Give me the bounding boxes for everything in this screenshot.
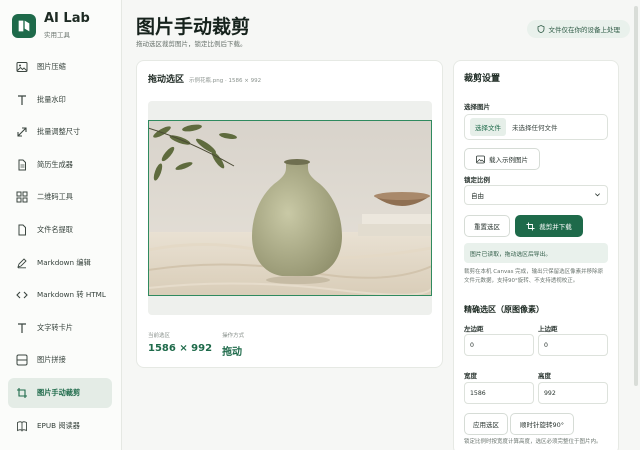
reset-selection-button[interactable]: 重置选区 bbox=[464, 215, 510, 237]
sidebar-item-image-stitch[interactable]: 图片拼接 bbox=[8, 345, 112, 375]
text-t-icon bbox=[16, 322, 28, 334]
preview-title: 拖动选区 bbox=[148, 75, 185, 85]
current-selection-label: 当前选区 bbox=[148, 333, 171, 339]
app-name: AI Lab bbox=[44, 11, 90, 26]
book-icon bbox=[16, 420, 28, 432]
height-input[interactable]: 992 bbox=[538, 382, 608, 404]
crop-download-button[interactable]: 裁剪并下载 bbox=[515, 215, 583, 237]
file-icon bbox=[16, 224, 28, 236]
sidebar: AI Lab 实用工具 图片压缩 批量水印 批量调整尺寸 简历生成器 二维码工具… bbox=[0, 0, 122, 450]
sidebar-item-label: 批量水印 bbox=[37, 94, 66, 104]
pen-icon bbox=[16, 257, 28, 269]
sidebar-item-label: 文字转卡片 bbox=[37, 322, 73, 332]
code-icon bbox=[16, 289, 28, 301]
crop-download-label: 裁剪并下载 bbox=[539, 223, 572, 231]
status-message: 图片已读取，拖动选区后导出。 bbox=[464, 243, 608, 263]
choose-image-label: 选择图片 bbox=[464, 103, 490, 111]
load-sample-label: 载入示例图片 bbox=[489, 156, 528, 164]
sidebar-item-resume[interactable]: 简历生成器 bbox=[8, 150, 112, 180]
sidebar-item-text-card[interactable]: 文字转卡片 bbox=[8, 313, 112, 343]
sidebar-item-label: 图片手动裁剪 bbox=[37, 387, 81, 397]
mode-value: 拖动 bbox=[222, 347, 243, 358]
page-title: 图片手动裁剪 bbox=[136, 16, 251, 38]
text-t-icon bbox=[16, 94, 28, 106]
file-input[interactable]: 选择文件 未选择任何文件 bbox=[464, 114, 608, 140]
rotate-button[interactable]: 顺时针旋转90° bbox=[510, 413, 574, 435]
reset-selection-label: 重置选区 bbox=[474, 223, 500, 231]
privacy-badge: 文件仅在你的设备上处理 bbox=[526, 20, 630, 38]
sidebar-item-label: Markdown 转 HTML bbox=[37, 290, 106, 300]
page-subtitle: 拖动选区裁剪图片，锁定比例后下载。 bbox=[136, 40, 247, 48]
sidebar-item-markdown-edit[interactable]: Markdown 编辑 bbox=[8, 248, 112, 278]
sidebar-item-batch-watermark[interactable]: 批量水印 bbox=[8, 85, 112, 115]
sidebar-item-label: 文件名提取 bbox=[37, 224, 73, 234]
height-label: 高度 bbox=[538, 372, 551, 380]
chevron-down-icon bbox=[594, 191, 601, 200]
ratio-select[interactable]: 自由 bbox=[464, 185, 608, 205]
footer-note: 锁定比例时按宽度计算高度，选区必须完整位于图片内。 bbox=[464, 439, 602, 445]
sidebar-item-epub-reader[interactable]: EPUB 阅读器 bbox=[8, 411, 112, 441]
width-input[interactable]: 1586 bbox=[464, 382, 534, 404]
sidebar-item-label: EPUB 阅读器 bbox=[37, 420, 80, 430]
load-sample-button[interactable]: 载入示例图片 bbox=[464, 148, 540, 170]
shield-icon bbox=[537, 25, 544, 33]
crop-icon bbox=[16, 387, 28, 399]
sidebar-item-markdown-html[interactable]: Markdown 转 HTML bbox=[8, 280, 112, 310]
current-selection-value: 1586 × 992 bbox=[148, 343, 213, 354]
top-input[interactable]: 0 bbox=[538, 334, 608, 356]
file-status: 未选择任何文件 bbox=[512, 124, 558, 132]
selection-stats: 当前选区 1586 × 992 操作方式 拖动 bbox=[148, 331, 254, 358]
privacy-text: 文件仅在你的设备上处理 bbox=[548, 26, 621, 34]
apply-selection-label: 应用选区 bbox=[473, 421, 499, 429]
app-subtitle: 实用工具 bbox=[44, 31, 70, 39]
page-scrollbar[interactable] bbox=[634, 6, 638, 386]
choose-file-button[interactable]: 选择文件 bbox=[470, 118, 506, 136]
sidebar-item-batch-resize[interactable]: 批量调整尺寸 bbox=[8, 117, 112, 147]
resize-icon bbox=[16, 126, 28, 138]
sidebar-item-label: 图片拼接 bbox=[37, 355, 66, 365]
sidebar-item-image-crop[interactable]: 图片手动裁剪 bbox=[8, 377, 112, 408]
sidebar-item-filename-extract[interactable]: 文件名提取 bbox=[8, 215, 112, 245]
preview-card: 拖动选区 示例花瓶.png · 1586 × 992 当前选区 1586 × 9… bbox=[136, 60, 443, 368]
left-input[interactable]: 0 bbox=[464, 334, 534, 356]
settings-card: 裁剪设置 选择图片 选择文件 未选择任何文件 载入示例图片 锁定比例 自由 重置… bbox=[453, 60, 619, 450]
sidebar-item-image-compress[interactable]: 图片压缩 bbox=[8, 52, 112, 82]
sidebar-item-label: 批量调整尺寸 bbox=[37, 127, 81, 137]
privacy-note: 裁剪在本机 Canvas 完成，输出只保留选区像素并移除原文件元数据，支持90°… bbox=[464, 269, 604, 284]
brand[interactable]: AI Lab 实用工具 bbox=[12, 12, 90, 39]
sidebar-item-label: 二维码工具 bbox=[37, 192, 73, 202]
image-icon bbox=[16, 61, 28, 73]
sidebar-item-label: 简历生成器 bbox=[37, 159, 73, 169]
rotate-label: 顺时针旋转90° bbox=[519, 421, 565, 429]
app-logo-icon bbox=[12, 13, 36, 38]
crop-canvas[interactable] bbox=[148, 101, 432, 315]
sidebar-item-label: Markdown 编辑 bbox=[37, 257, 91, 267]
sidebar-item-label: 图片压缩 bbox=[37, 62, 66, 71]
qr-grid-icon bbox=[16, 191, 28, 203]
vase-photo bbox=[148, 120, 432, 296]
ratio-value: 自由 bbox=[471, 192, 484, 200]
image-grid-icon bbox=[16, 354, 28, 366]
settings-title: 裁剪设置 bbox=[464, 74, 501, 84]
crop-icon bbox=[526, 222, 535, 230]
apply-selection-button[interactable]: 应用选区 bbox=[464, 413, 508, 435]
ratio-label: 锁定比例 bbox=[464, 176, 490, 184]
document-icon bbox=[16, 159, 28, 171]
image-icon bbox=[476, 155, 485, 163]
width-label: 宽度 bbox=[464, 372, 477, 380]
top-label: 上边距 bbox=[538, 325, 558, 333]
file-meta: 示例花瓶.png · 1586 × 992 bbox=[189, 78, 262, 84]
mode-label: 操作方式 bbox=[222, 333, 245, 339]
precise-title: 精确选区（原图像素） bbox=[464, 305, 544, 314]
sidebar-item-qrcode[interactable]: 二维码工具 bbox=[8, 182, 112, 212]
sidebar-nav: 图片压缩 批量水印 批量调整尺寸 简历生成器 二维码工具 文件名提取 Markd… bbox=[8, 52, 112, 443]
left-label: 左边距 bbox=[464, 325, 484, 333]
